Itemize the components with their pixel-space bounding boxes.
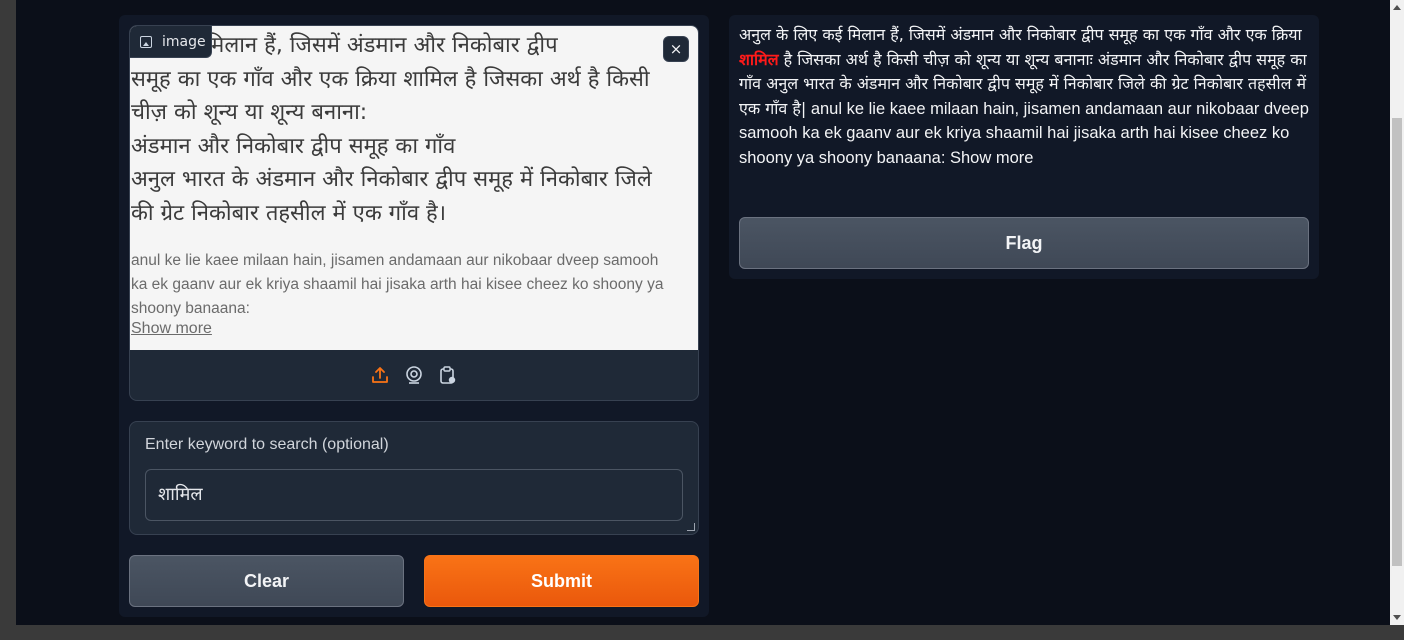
image-source-bar	[130, 350, 698, 400]
input-panel: लिए कई मिलान हैं, जिसमें अंडमान और निकोब…	[119, 15, 709, 617]
image-input-label: image	[130, 26, 212, 58]
resize-handle-icon[interactable]	[687, 523, 695, 531]
upload-icon[interactable]	[370, 365, 390, 385]
image-icon	[140, 35, 152, 48]
image-text-hindi: लिए कई मिलान हैं, जिसमें अंडमान और निकोब…	[131, 33, 652, 226]
webcam-icon[interactable]	[404, 365, 424, 385]
keyword-label: Enter keyword to search (optional)	[145, 436, 389, 453]
output-panel: अनुल के लिए कई मिलान हैं, जिसमें अंडमान …	[729, 15, 1319, 279]
page-scrollbar[interactable]	[1390, 0, 1404, 625]
close-icon: ×	[669, 40, 683, 58]
image-label-text: image	[162, 33, 206, 50]
image-input[interactable]: लिए कई मिलान हैं, जिसमें अंडमान और निकोब…	[129, 25, 699, 401]
submit-button[interactable]: Submit	[424, 555, 699, 607]
flag-button[interactable]: Flag	[739, 217, 1309, 269]
output-text-roman: anul ke lie kaee milaan hain, jisamen an…	[739, 99, 1309, 167]
clipboard-icon[interactable]	[438, 365, 458, 385]
image-show-more: Show more	[131, 320, 212, 337]
clear-image-button[interactable]: ×	[663, 36, 689, 62]
output-highlight: शामिल	[739, 49, 779, 69]
keyword-block: Enter keyword to search (optional) शामिल	[129, 421, 699, 535]
scroll-down-icon[interactable]	[1393, 615, 1401, 620]
clear-button[interactable]: Clear	[129, 555, 404, 607]
app-viewport: लिए कई मिलान हैं, जिसमें अंडमान और निकोब…	[16, 0, 1390, 625]
scroll-up-icon[interactable]	[1393, 5, 1401, 10]
scrollbar-thumb[interactable]	[1392, 118, 1402, 566]
image-preview: लिए कई मिलान हैं, जिसमें अंडमान और निकोब…	[130, 26, 698, 350]
output-text-before: अनुल के लिए कई मिलान हैं, जिसमें अंडमान …	[739, 25, 1302, 44]
bottom-strip	[0, 625, 1390, 640]
output-text: अनुल के लिए कई मिलान हैं, जिसमें अंडमान …	[739, 23, 1309, 170]
keyword-input[interactable]: शामिल	[145, 469, 683, 521]
image-text-roman: anul ke lie kaee milaan hain, jisamen an…	[131, 252, 664, 317]
